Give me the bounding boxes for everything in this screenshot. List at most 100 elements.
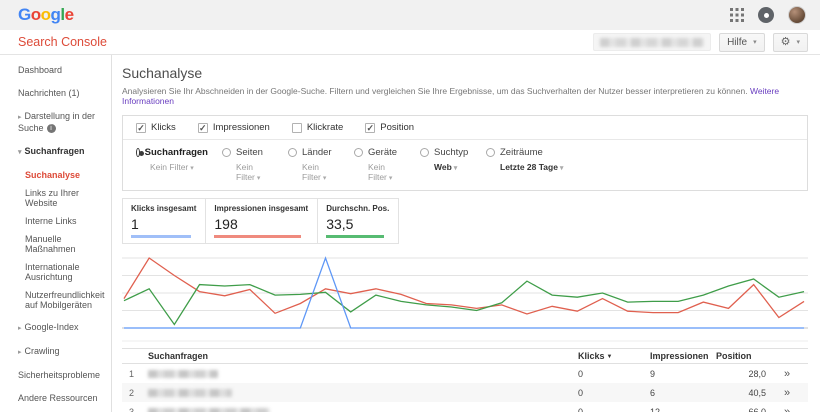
dimension-radio-suchtyp[interactable]: Suchtyp <box>420 147 472 158</box>
dimension-filter-value: Kein Filter <box>236 162 255 182</box>
metric-card-label: Durchschn. Pos. <box>326 204 390 213</box>
expand-row-icon[interactable]: » <box>766 368 808 380</box>
dimension-filter-dropdown[interactable]: Kein Filter ▾ <box>302 162 340 182</box>
radio-icon <box>288 148 297 157</box>
sidebar-item-dashboard[interactable]: Dashboard <box>18 65 107 76</box>
dimension-radio-zeitraeume[interactable]: Zeiträume <box>486 147 596 158</box>
checkbox-icon: ✓ <box>197 122 208 133</box>
dimension-filter-dropdown[interactable]: Kein Filter ▾ <box>236 162 274 182</box>
dimension-radio-geraete[interactable]: Geräte <box>354 147 406 158</box>
dimension-filter-value: Letzte 28 Tage <box>500 162 558 172</box>
metric-toggle-klickrate[interactable]: Klickrate <box>291 122 344 133</box>
metric-toggle-row: ✓ Klicks ✓ Impressionen Klickrate ✓ Position <box>123 116 807 140</box>
metric-toggle-label: Klickrate <box>306 122 344 133</box>
table-row: 2 0 6 40,5» <box>122 383 808 402</box>
sidebar-item-andere-ressourcen[interactable]: Andere Ressourcen <box>18 393 107 404</box>
timeseries-chart <box>122 248 808 345</box>
row-query[interactable] <box>138 388 578 397</box>
row-query[interactable] <box>138 369 578 378</box>
chart-series-position <box>123 278 805 326</box>
dimension-filter-dropdown[interactable]: Letzte 28 Tage ▾ <box>500 162 596 172</box>
dimension-filter-dropdown[interactable]: Web ▾ <box>434 162 472 172</box>
sidebar-item-label: Suchanfragen <box>24 146 85 156</box>
table-header-query[interactable]: Suchanfragen <box>138 351 578 361</box>
sidebar-item-label: Manuelle Maßnahmen <box>25 234 76 254</box>
chevron-collapsed-icon: ▸ <box>18 325 22 332</box>
sidebar-item-label: Sicherheitsprobleme <box>18 370 101 380</box>
sidebar-item-label: Crawling <box>24 346 60 356</box>
table-header-position[interactable]: Position <box>716 351 766 361</box>
info-icon[interactable]: i <box>46 124 56 133</box>
sidebar-item-interne-links[interactable]: Interne Links <box>25 216 107 226</box>
table-header-impressionen[interactable]: Impressionen <box>650 351 716 361</box>
metric-card-value: 198 <box>214 216 238 232</box>
chevron-collapsed-icon: ▸ <box>18 114 22 121</box>
dimension-radio-laender[interactable]: Länder <box>288 147 340 158</box>
dimension-label: Zeiträume <box>500 147 543 158</box>
dimension-zeitraeume: Zeiträume Letzte 28 Tage ▾ <box>486 147 596 182</box>
metric-toggle-impressionen[interactable]: ✓ Impressionen <box>197 122 270 133</box>
row-position: 66,0 <box>748 406 766 413</box>
sidebar-item-suchanfragen[interactable]: ▾ Suchanfragen <box>18 146 107 158</box>
metric-card-value: 33,5 <box>326 216 354 232</box>
sidebar-item-suchanalyse[interactable]: Suchanalyse <box>25 170 107 180</box>
app-title[interactable]: Search Console <box>18 35 107 49</box>
dimension-filter-value: Kein Filter <box>368 162 387 182</box>
radio-icon <box>222 148 231 157</box>
sidebar-item-sicherheitsprobleme[interactable]: Sicherheitsprobleme <box>18 370 107 381</box>
expand-row-icon[interactable]: » <box>766 406 808 413</box>
apps-grid-icon[interactable] <box>730 8 744 22</box>
sidebar-item-label: Darstellung in der Suche <box>18 111 96 133</box>
help-button[interactable]: Hilfe ▾ <box>719 32 765 52</box>
sidebar: Dashboard Nachrichten (1) ▸ Darstellung in … <box>0 55 112 412</box>
sidebar-item-crawling[interactable]: ▸ Crawling <box>18 346 107 358</box>
dimension-radio-suchanfragen[interactable]: Suchanfragen <box>136 147 208 158</box>
appbar: Search Console Hilfe ▾ ⚙ ▾ <box>0 30 820 55</box>
metric-card-durchschn-pos[interactable]: Durchschn. Pos. 33,5 <box>318 198 400 244</box>
sidebar-item-darstellung-in-der-suche[interactable]: ▸ Darstellung in der Suche i <box>18 111 107 134</box>
sidebar-item-internationale-ausrichtung[interactable]: Internationale Ausrichtung <box>25 262 107 282</box>
sidebar-item-manuelle-massnahmen[interactable]: Manuelle Maßnahmen <box>25 234 107 254</box>
filter-panel: ✓ Klicks ✓ Impressionen Klickrate ✓ Position S… <box>122 115 808 191</box>
metric-card-value: 1 <box>131 216 139 232</box>
dimension-suchanfragen: Suchanfragen Kein Filter ▾ <box>136 147 208 182</box>
row-impressionen: 12 <box>650 406 661 413</box>
metric-toggle-klicks[interactable]: ✓ Klicks <box>136 122 176 133</box>
page-title: Suchanalyse <box>122 65 203 81</box>
metric-card-color-bar <box>326 235 385 238</box>
row-query[interactable] <box>138 407 578 412</box>
metric-toggle-position[interactable]: ✓ Position <box>365 122 414 133</box>
settings-button[interactable]: ⚙ ▾ <box>772 32 808 52</box>
row-klicks: 0 <box>578 368 584 379</box>
dimension-filter-value: Web <box>434 162 452 172</box>
metric-toggle-label: Position <box>380 122 415 133</box>
content-area: Dashboard Nachrichten (1) ▸ Darstellung in … <box>0 55 820 412</box>
sidebar-item-nutzerfreundlichkeit-auf-mobilgeraeten[interactable]: Nutzerfreundlichkeit auf Mobilgeräten <box>25 290 107 310</box>
notifications-icon[interactable] <box>758 7 774 23</box>
checkbox-icon <box>291 122 302 133</box>
expand-row-icon[interactable]: » <box>766 387 808 399</box>
chevron-down-icon: ▾ <box>796 39 800 46</box>
radio-icon <box>136 148 144 157</box>
queries-table: Suchanfragen Klicks ▼ Impressionen Position … <box>122 348 808 412</box>
property-selector[interactable] <box>593 33 712 51</box>
dimension-filter-dropdown[interactable]: Kein Filter ▾ <box>150 162 208 172</box>
line-chart-svg <box>122 256 808 342</box>
dimension-radio-seiten[interactable]: Seiten <box>222 147 274 158</box>
user-avatar[interactable] <box>788 6 806 24</box>
sidebar-item-label: Links zu Ihrer Website <box>25 188 80 208</box>
sidebar-item-links-zu-ihrer-website[interactable]: Links zu Ihrer Website <box>25 188 107 208</box>
google-logo[interactable]: Google <box>18 5 74 25</box>
metric-card-klicks-insgesamt[interactable]: Klicks insgesamt 1 <box>122 198 207 244</box>
metric-card-impressionen-insgesamt[interactable]: Impressionen insgesamt 198 <box>206 198 319 244</box>
dimension-geraete: Geräte Kein Filter ▾ <box>354 147 406 182</box>
table-header: Suchanfragen Klicks ▼ Impressionen Position <box>122 348 808 364</box>
dimension-filter-dropdown[interactable]: Kein Filter ▾ <box>368 162 406 182</box>
sidebar-item-label: Interne Links <box>25 216 77 226</box>
page-description: Analysieren Sie Ihr Abschneiden in der G… <box>122 86 808 106</box>
sidebar-item-nachrichten-1[interactable]: Nachrichten (1) <box>18 88 107 99</box>
dimension-label: Länder <box>302 147 332 158</box>
sidebar-item-google-index[interactable]: ▸ Google-Index <box>18 322 107 334</box>
dimension-suchtyp: Suchtyp Web ▾ <box>420 147 472 182</box>
table-header-klicks[interactable]: Klicks ▼ <box>578 351 650 361</box>
